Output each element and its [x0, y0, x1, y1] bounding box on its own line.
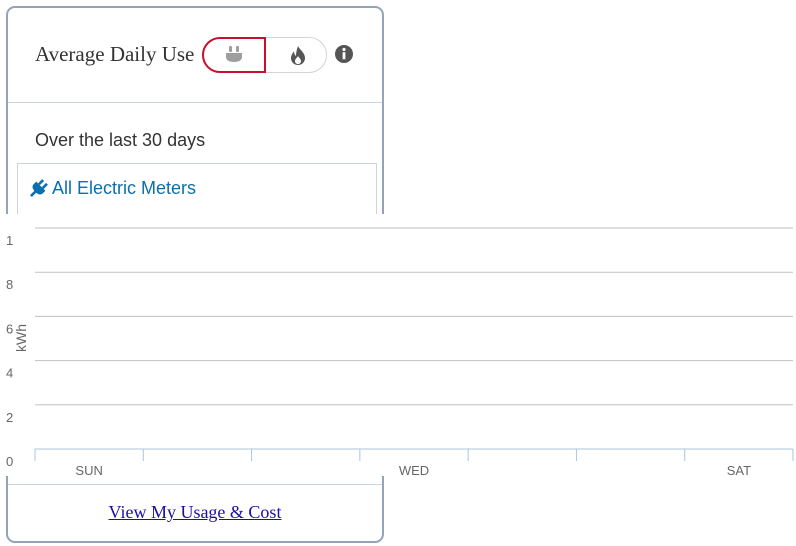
y-tick-label: 0 — [6, 454, 13, 469]
card-header: Average Daily Use — [8, 8, 382, 103]
x-tick-label: SAT — [727, 463, 751, 476]
x-tick-label: WED — [399, 463, 429, 476]
y-axis-title: kWh — [13, 324, 29, 352]
chart-svg: 186420SUN WED SATkWh — [6, 227, 794, 476]
info-icon[interactable] — [334, 44, 354, 64]
y-tick-label: 4 — [6, 366, 13, 381]
y-tick-label: 1 — [6, 233, 13, 248]
meter-selector[interactable]: All Electric Meters — [17, 163, 377, 215]
card-footer: View My Usage & Cost — [8, 484, 382, 542]
card-title: Average Daily Use — [35, 42, 195, 66]
y-tick-label: 2 — [6, 410, 13, 425]
flame-icon — [290, 46, 305, 65]
meter-selector-label: All Electric Meters — [52, 178, 197, 198]
electric-toggle-button[interactable] — [202, 37, 266, 73]
daily-usage-chart: 1 8 6 4 2 0 SUN WED SAT kWh — [0, 214, 796, 476]
fuel-type-toggle — [202, 37, 327, 73]
y-tick-label: 8 — [6, 277, 13, 292]
plug-icon — [30, 179, 48, 197]
view-usage-cost-link[interactable]: View My Usage & Cost — [8, 502, 382, 523]
gas-toggle-button[interactable] — [267, 37, 328, 73]
x-tick-label: SUN — [75, 463, 102, 476]
period-subtitle: Over the last 30 days — [35, 130, 206, 150]
plug-icon — [226, 46, 242, 62]
